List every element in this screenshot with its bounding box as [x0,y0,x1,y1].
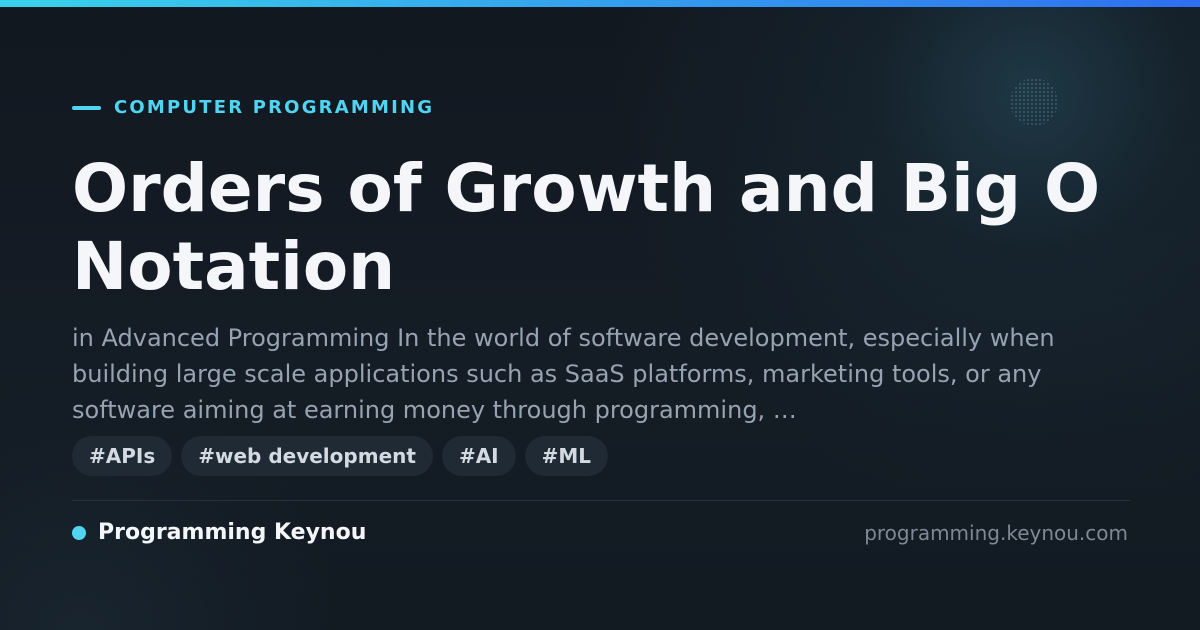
article-excerpt: in Advanced Programming In the world of … [72,324,1055,424]
eyebrow-line-icon [72,106,101,110]
share-card: COMPUTER PROGRAMMING Orders of Growth an… [0,0,1200,630]
site-url: programming.keynou.com [864,521,1128,545]
tag-chip: #APIs [72,436,173,476]
brand: Programming Keynou [72,518,366,548]
accent-bar [0,0,1200,7]
tag-chip: #AI [441,436,516,476]
tag-chip: #ML [524,436,609,476]
footer-divider [72,500,1130,501]
category-label: COMPUTER PROGRAMMING [114,97,435,118]
brand-dot-icon [72,526,86,540]
dot-pattern-decoration [1010,78,1058,126]
category-eyebrow: COMPUTER PROGRAMMING [72,96,434,120]
brand-name: Programming Keynou [98,520,367,545]
tag-chip: #web development [181,436,433,476]
tag-list: #APIs #web development #AI #ML [72,436,617,476]
article-title: Orders of Growth and Big O Notation [72,150,1101,305]
